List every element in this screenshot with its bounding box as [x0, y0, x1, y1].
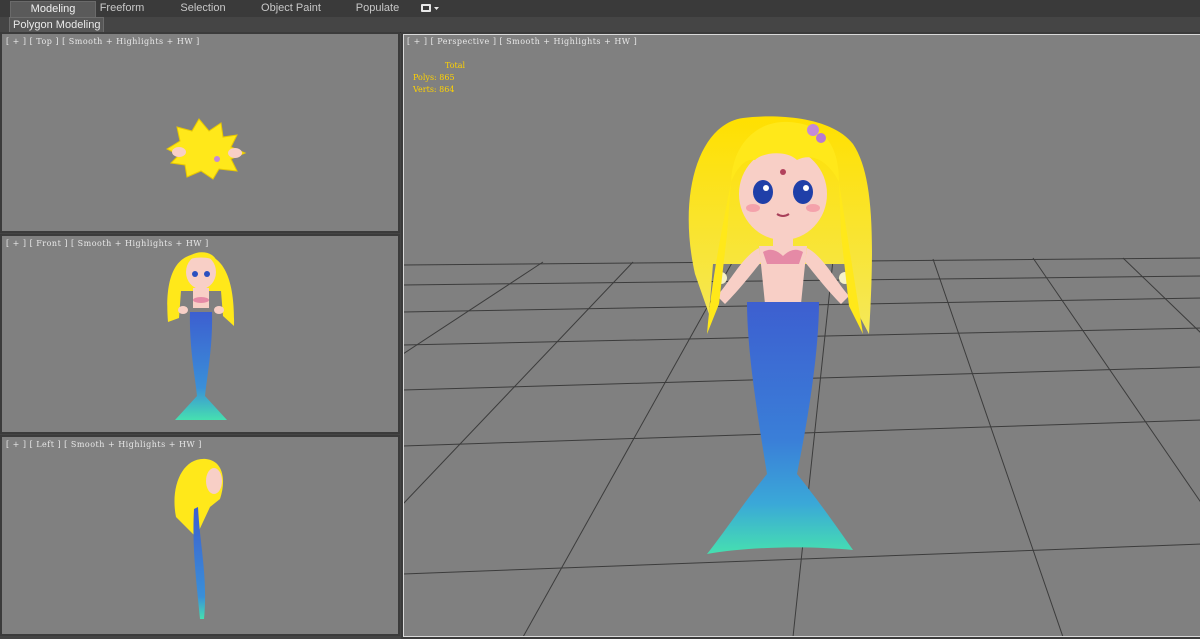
- ribbon-panel-bar: Polygon Modeling: [0, 17, 1200, 33]
- mermaid-front-view: [167, 252, 235, 420]
- viewport-perspective-label[interactable]: [ + ] [ Perspective ] [ Smooth + Highlig…: [407, 37, 637, 46]
- perspective-scene: [403, 116, 1200, 637]
- tab-freeform[interactable]: Freeform: [92, 1, 152, 16]
- ribbon-options-icon[interactable]: [420, 3, 440, 14]
- ribbon-tab-bar: Modeling Freeform Selection Object Paint…: [0, 0, 1200, 18]
- polygon-modeling-panel-button[interactable]: Polygon Modeling: [9, 17, 105, 33]
- mermaid-left-view: [174, 458, 224, 619]
- mermaid-top-view: [165, 118, 247, 180]
- scene-statistics: Total Polys: 865 Verts: 864: [413, 60, 465, 96]
- tab-selection[interactable]: Selection: [172, 1, 234, 16]
- viewport-front[interactable]: [ + ] [ Front ] [ Smooth + Highlights + …: [0, 234, 400, 434]
- viewport-top-label[interactable]: [ + ] [ Top ] [ Smooth + Highlights + HW…: [6, 37, 200, 46]
- viewport-top[interactable]: [ + ] [ Top ] [ Smooth + Highlights + HW…: [0, 32, 400, 233]
- stats-polys: Polys: 865: [413, 73, 455, 82]
- viewport-front-label[interactable]: [ + ] [ Front ] [ Smooth + Highlights + …: [6, 239, 209, 248]
- viewport-perspective[interactable]: [ + ] [ Perspective ] [ Smooth + Highlig…: [401, 32, 1200, 639]
- stats-verts: Verts: 864: [413, 85, 455, 94]
- viewport-left[interactable]: [ + ] [ Left ] [ Smooth + Highlights + H…: [0, 435, 400, 636]
- stats-total-label: Total: [445, 61, 466, 70]
- viewport-left-label[interactable]: [ + ] [ Left ] [ Smooth + Highlights + H…: [6, 440, 202, 449]
- tab-object-paint[interactable]: Object Paint: [256, 1, 326, 16]
- tab-populate[interactable]: Populate: [350, 1, 405, 16]
- tab-modeling[interactable]: Modeling: [10, 1, 96, 17]
